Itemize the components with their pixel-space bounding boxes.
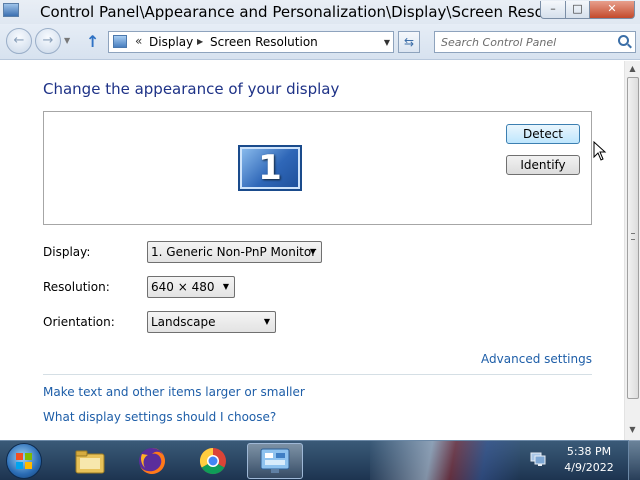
main-content: Change the appearance of your display 1 … (0, 61, 624, 440)
vertical-scrollbar[interactable]: ▲ ▼ (624, 61, 640, 440)
advanced-settings-link[interactable]: Advanced settings (481, 352, 592, 366)
control-panel-icon (113, 35, 127, 48)
display-select[interactable]: 1. Generic Non-PnP Monitor ▼ (147, 241, 322, 263)
recent-pages-dropdown[interactable]: ▼ (64, 36, 70, 45)
chrome-icon (199, 447, 226, 475)
back-arrow-icon[interactable]: ← (6, 28, 32, 54)
navigation-bar: ← → ▼ ↑ « Display ▶ Screen Resolution ▼ … (0, 24, 640, 60)
divider (43, 374, 592, 375)
control-panel-icon (260, 448, 290, 473)
breadcrumb-separator-icon[interactable]: ▶ (197, 37, 203, 46)
address-dropdown[interactable]: ▼ (384, 38, 390, 47)
refresh-icon[interactable]: ⇆ (398, 31, 420, 53)
display-select-value: 1. Generic Non-PnP Monitor (151, 245, 317, 259)
network-icon[interactable] (530, 452, 546, 466)
minimize-button[interactable]: – (540, 1, 566, 19)
folder-icon (75, 450, 105, 474)
scroll-down-button[interactable]: ▼ (625, 422, 640, 438)
search-input[interactable] (441, 35, 611, 49)
breadcrumb-overflow[interactable]: « (135, 34, 142, 48)
resolution-label: Resolution: (43, 280, 110, 294)
title-bar[interactable]: Control Panel\Appearance and Personaliza… (0, 0, 640, 24)
start-button[interactable] (6, 443, 42, 479)
close-button[interactable]: ✕ (589, 1, 635, 19)
clock-time: 5:38 PM (566, 445, 612, 458)
resolution-select-value: 640 × 480 (151, 280, 215, 294)
scroll-thumb[interactable] (627, 77, 639, 399)
orientation-label: Orientation: (43, 315, 115, 329)
monitor-icon[interactable]: 1 (238, 145, 302, 191)
chevron-down-icon: ▼ (309, 247, 316, 256)
clock-date: 4/9/2022 (564, 461, 614, 474)
scroll-grip-icon (631, 233, 635, 240)
cursor-icon (593, 141, 607, 161)
breadcrumb-display[interactable]: Display (149, 35, 193, 49)
resolution-select[interactable]: 640 × 480 ▼ (147, 276, 235, 298)
detect-button[interactable]: Detect (506, 124, 580, 144)
wallpaper-peek (370, 441, 520, 480)
chevron-down-icon: ▼ (263, 317, 270, 326)
address-bar[interactable]: « Display ▶ Screen Resolution ▼ (108, 31, 394, 53)
identify-button[interactable]: Identify (506, 155, 580, 175)
windows-logo-icon (16, 453, 32, 469)
window-title: Control Panel\Appearance and Personaliza… (40, 3, 587, 21)
taskbar-firefox[interactable] (128, 443, 176, 479)
firefox-icon (139, 448, 165, 474)
orientation-select-value: Landscape (151, 315, 216, 329)
monitor-arrangement-panel: 1 Detect Identify (43, 111, 592, 225)
taskbar-explorer[interactable] (66, 443, 114, 479)
monitor-number: 1 (258, 148, 282, 188)
orientation-select[interactable]: Landscape ▼ (147, 311, 276, 333)
breadcrumb-screen-resolution[interactable]: Screen Resolution (210, 35, 318, 49)
text-size-link[interactable]: Make text and other items larger or smal… (43, 385, 305, 399)
taskbar-control-panel[interactable] (247, 443, 303, 479)
page-title: Change the appearance of your display (43, 80, 340, 98)
search-box[interactable] (434, 31, 636, 53)
show-desktop-button[interactable] (628, 440, 640, 480)
scroll-up-button[interactable]: ▲ (625, 61, 640, 77)
display-label: Display: (43, 245, 91, 259)
search-icon[interactable] (618, 35, 629, 46)
control-panel-icon (3, 3, 19, 17)
chevron-down-icon: ▼ (222, 282, 229, 291)
forward-arrow-icon[interactable]: → (35, 28, 61, 54)
display-help-link[interactable]: What display settings should I choose? (43, 410, 276, 424)
taskbar-clock[interactable]: 5:38 PM 4/9/2022 (558, 444, 620, 476)
up-arrow-icon[interactable]: ↑ (86, 32, 99, 51)
taskbar-chrome[interactable] (189, 443, 237, 479)
maximize-button[interactable]: □ (565, 1, 590, 19)
